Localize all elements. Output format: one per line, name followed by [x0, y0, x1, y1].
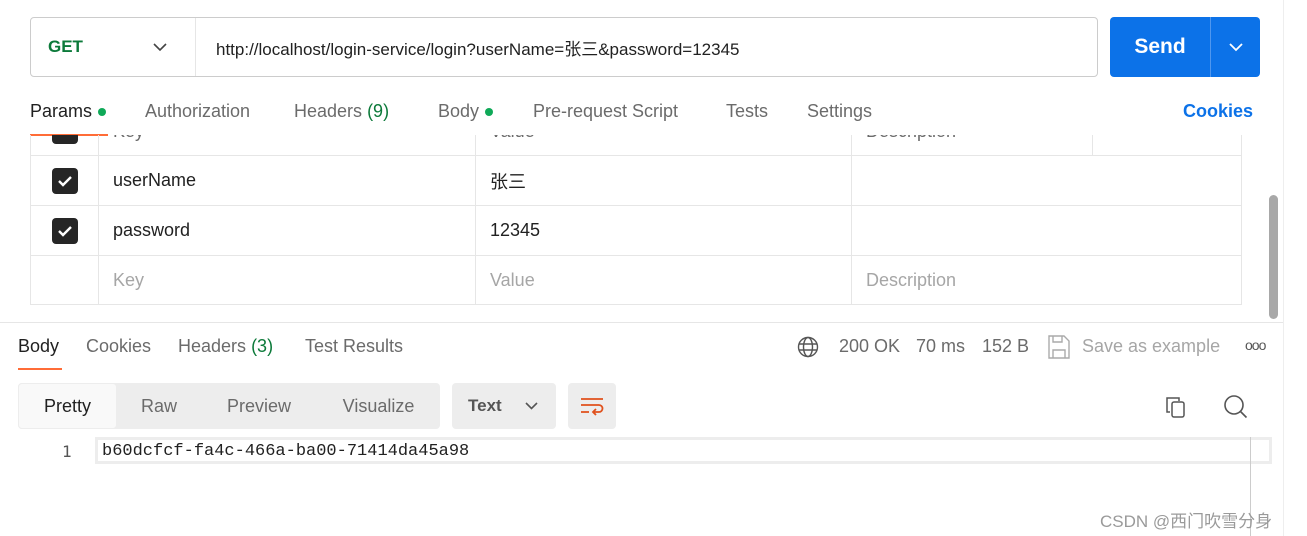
chevron-down-icon — [153, 42, 167, 51]
header-key: Key — [99, 135, 476, 155]
param-value[interactable]: 张三 — [476, 156, 852, 205]
format-label: Text — [468, 396, 502, 415]
tab-settings[interactable]: Settings — [807, 101, 872, 122]
select-all-checkbox[interactable] — [52, 135, 78, 144]
param-description[interactable] — [852, 156, 1241, 205]
tab-body[interactable]: Body — [438, 101, 494, 122]
view-raw[interactable]: Raw — [117, 383, 201, 429]
row-checkbox[interactable] — [52, 217, 78, 244]
chevron-down-icon — [1228, 42, 1243, 51]
url-input[interactable]: http://localhost/login-service/login?use… — [196, 35, 740, 60]
more-options-icon[interactable]: ooo — [1245, 337, 1266, 353]
method-label: GET — [48, 37, 83, 56]
send-options-dropdown[interactable] — [1211, 17, 1260, 77]
check-icon — [58, 225, 72, 237]
row-checkbox[interactable] — [52, 167, 78, 194]
new-key-input[interactable]: Key — [99, 256, 476, 304]
tab-label: Body — [438, 101, 480, 121]
search-icon[interactable] — [1223, 394, 1249, 420]
panel-edge — [1283, 0, 1284, 536]
response-size[interactable]: 152 B — [982, 336, 1029, 357]
copy-icon[interactable] — [1164, 395, 1188, 419]
line-number: 1 — [62, 442, 72, 461]
view-pretty[interactable]: Pretty — [18, 383, 117, 429]
table-header-row: Key Value Description — [31, 135, 1241, 156]
send-button[interactable]: Send — [1110, 17, 1260, 77]
param-description[interactable] — [852, 206, 1241, 255]
tab-label: Headers — [294, 101, 363, 121]
divider — [0, 322, 1283, 323]
param-key[interactable]: password — [99, 206, 476, 255]
tab-authorization[interactable]: Authorization — [145, 101, 250, 122]
method-select[interactable]: GET — [31, 18, 196, 76]
format-select[interactable]: Text — [452, 383, 556, 429]
status-code[interactable]: 200 OK — [839, 336, 900, 357]
header-value: Value — [476, 135, 852, 155]
active-dot — [485, 108, 494, 117]
header-description: Description — [852, 135, 1093, 155]
url-bar: GET http://localhost/login-service/login… — [30, 17, 1098, 77]
tab-pre-request-script[interactable]: Pre-request Script — [533, 101, 678, 122]
tab-label: Headers — [178, 336, 247, 356]
scrollbar[interactable] — [1269, 195, 1278, 319]
watermark: CSDN @西门吹雪分身 — [1100, 512, 1273, 531]
response-time[interactable]: 70 ms — [916, 336, 965, 357]
view-visualize[interactable]: Visualize — [317, 383, 440, 429]
headers-count: (9) — [367, 101, 390, 121]
param-value[interactable]: 12345 — [476, 206, 852, 255]
check-icon — [58, 175, 72, 187]
table-row: password 12345 — [31, 206, 1241, 256]
cookies-link[interactable]: Cookies — [1183, 101, 1253, 122]
new-value-input[interactable]: Value — [476, 256, 852, 304]
table-row-new: Key Value Description — [31, 256, 1241, 305]
active-dot — [98, 108, 107, 117]
view-mode-segmented: Pretty Raw Preview Visualize — [18, 383, 440, 429]
params-table: Key Value Description userName 张三 passwo… — [30, 135, 1242, 305]
wrap-icon — [581, 398, 604, 416]
table-row: userName 张三 — [31, 156, 1241, 206]
resp-tab-headers[interactable]: Headers (3) — [178, 336, 273, 357]
headers-count: (3) — [251, 336, 274, 356]
send-label: Send — [1110, 17, 1211, 77]
tab-label: Params — [30, 101, 93, 121]
wrap-lines-button[interactable] — [568, 383, 616, 429]
tab-headers[interactable]: Headers (9) — [294, 101, 389, 122]
chevron-down-icon — [525, 402, 538, 410]
globe-icon[interactable] — [797, 336, 819, 358]
tab-params[interactable]: Params — [30, 101, 107, 122]
param-key[interactable]: userName — [99, 156, 476, 205]
tab-tests[interactable]: Tests — [726, 101, 768, 122]
resp-tab-test-results[interactable]: Test Results — [305, 336, 403, 357]
resp-tab-cookies[interactable]: Cookies — [86, 336, 151, 357]
save-as-example-button[interactable]: Save as example — [1082, 336, 1220, 357]
active-tab-underline — [18, 368, 62, 370]
new-description-input[interactable]: Description — [852, 256, 1241, 304]
resp-tab-body[interactable]: Body — [18, 336, 59, 357]
view-preview[interactable]: Preview — [201, 383, 317, 429]
save-icon — [1048, 335, 1070, 359]
response-body-text[interactable]: b60dcfcf-fa4c-466a-ba00-71414da45a98 — [102, 442, 469, 461]
